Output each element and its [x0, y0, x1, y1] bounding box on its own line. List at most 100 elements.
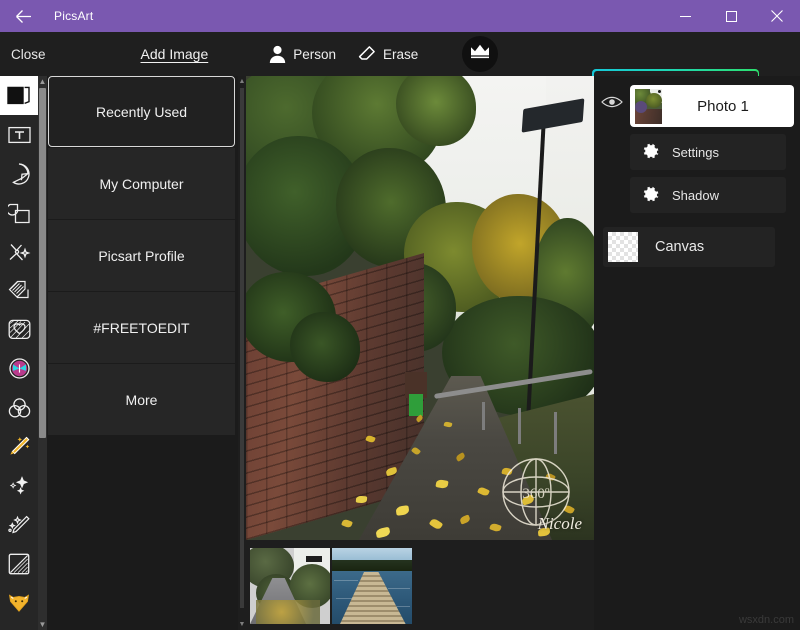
source-item-recently-used[interactable]: Recently Used	[48, 76, 235, 147]
handrail-post-3	[482, 402, 485, 430]
thumb-flowers	[256, 600, 320, 624]
layer-thumbnail	[635, 88, 662, 124]
source-scroll-down-icon[interactable]: ▼	[238, 619, 246, 630]
garden-path-thumbnail[interactable]	[250, 548, 330, 624]
handrail-post-1	[518, 408, 521, 444]
rail-item-text[interactable]	[0, 115, 38, 154]
site-watermark: wsxdn.com	[738, 614, 794, 626]
source-scroll-up-icon[interactable]: ▲	[238, 76, 246, 87]
watermark-author-name: Nicole	[537, 514, 582, 533]
stars-icon	[8, 475, 31, 496]
layer-row-photo[interactable]: Photo 1	[594, 76, 800, 127]
app-title: PicsArt	[54, 9, 94, 23]
layer-photo-1-label: Photo 1	[697, 97, 749, 115]
handrail-post-2	[554, 412, 557, 454]
close-window-button[interactable]	[754, 0, 800, 32]
rail-item-mask[interactable]	[0, 193, 38, 232]
back-arrow-icon[interactable]	[0, 0, 46, 32]
rail-item-photo[interactable]	[0, 76, 38, 115]
person-icon	[269, 45, 286, 63]
rail-item-butterfly-badge[interactable]	[0, 349, 38, 388]
text-icon	[7, 125, 31, 145]
picsart-window: PicsArt Close Add Image Person Erase ▲ ▼…	[0, 0, 800, 630]
rail-item-more[interactable]	[0, 622, 38, 630]
rail-item-draw[interactable]	[0, 271, 38, 310]
leaf	[341, 518, 353, 529]
rail-item-fox[interactable]	[0, 583, 38, 622]
adjust-icon	[8, 553, 30, 575]
layer-shadow-row[interactable]: Shadow	[630, 177, 786, 213]
rail-scroll-thumb[interactable]	[39, 88, 46, 438]
rail-item-adjust[interactable]	[0, 544, 38, 583]
source-scroll-thumb[interactable]	[240, 88, 244, 608]
app-toolbar: Close Add Image Person Erase	[0, 32, 800, 104]
source-item-label: My Computer	[99, 175, 184, 192]
canvas-area[interactable]: 360º Nicole	[246, 76, 594, 630]
canvas-layer-row[interactable]: Canvas	[603, 227, 775, 267]
canvas-photo[interactable]: 360º Nicole	[246, 76, 594, 540]
source-item-freetoedit[interactable]: #FREETOEDIT	[48, 292, 235, 363]
rail-scroll-up-icon[interactable]: ▲	[38, 76, 47, 87]
maximize-button[interactable]	[708, 0, 754, 32]
green-bin	[409, 394, 423, 416]
gear-icon	[630, 143, 672, 161]
wooden-dock-thumbnail[interactable]	[332, 548, 412, 624]
erase-tool-label: Erase	[383, 46, 419, 62]
source-item-picsart-profile[interactable]: Picsart Profile	[48, 220, 235, 291]
thumb-water-ripple	[334, 580, 358, 581]
canvas-layer-label: Canvas	[655, 239, 705, 255]
person-tool-button[interactable]: Person	[269, 45, 336, 63]
watermark-360-text: 360º	[522, 486, 550, 502]
eraser-icon	[358, 45, 376, 63]
rail-item-frame[interactable]	[0, 310, 38, 349]
rail-item-sticker[interactable]	[0, 154, 38, 193]
eye-visible-icon[interactable]	[594, 96, 630, 108]
beautify-pencil-icon	[7, 514, 31, 536]
frame-icon	[8, 319, 31, 340]
title-bar: PicsArt	[0, 0, 800, 32]
photo-icon	[7, 85, 31, 107]
fox-icon	[7, 592, 31, 613]
butterfly-badge-icon	[8, 357, 31, 380]
color-circles-icon	[8, 397, 31, 419]
sticker-icon	[8, 162, 30, 185]
layer-thumb-lamp	[658, 89, 661, 93]
layer-settings-label: Settings	[672, 144, 719, 160]
tool-rail-scrollbar[interactable]: ▲ ▼	[38, 76, 47, 630]
close-editor-button[interactable]: Close	[11, 47, 46, 62]
image-filmstrip	[246, 542, 594, 630]
rail-item-magic-wand[interactable]	[0, 427, 38, 466]
rail-item-stars[interactable]	[0, 466, 38, 505]
minimize-button[interactable]	[662, 0, 708, 32]
effects-sparkle-icon	[7, 241, 31, 263]
person-tool-label: Person	[293, 46, 337, 62]
layer-thumb-shadow	[635, 100, 647, 113]
layer-settings-row[interactable]: Settings	[630, 134, 786, 170]
erase-tool-button[interactable]: Erase	[358, 45, 418, 63]
layer-thumb-foliage	[646, 92, 662, 108]
layers-panel: Photo 1 Settings Shadow Canvas	[594, 76, 800, 630]
crown-icon	[470, 44, 490, 65]
rail-item-beautify[interactable]	[0, 505, 38, 544]
source-item-my-computer[interactable]: My Computer	[48, 148, 235, 219]
rail-scroll-down-icon[interactable]: ▼	[38, 619, 47, 630]
draw-icon	[8, 280, 31, 302]
gear-icon	[630, 186, 672, 204]
ivy-on-wall-2	[290, 312, 360, 382]
add-image-button[interactable]: Add Image	[141, 46, 209, 62]
mask-icon	[8, 202, 30, 224]
premium-crown-button[interactable]	[462, 36, 499, 72]
source-item-more[interactable]: More	[48, 364, 235, 435]
thumb-water-ripple	[388, 588, 410, 589]
rail-item-color-circles[interactable]	[0, 388, 38, 427]
source-item-label: More	[125, 391, 158, 408]
thumb-sign	[306, 556, 322, 562]
image-source-panel: Recently Used My Computer Picsart Profil…	[47, 76, 238, 630]
canvas-color-swatch[interactable]	[608, 232, 638, 262]
source-item-label: #FREETOEDIT	[93, 319, 190, 336]
source-panel-scrollbar[interactable]: ▲ ▼	[238, 76, 246, 630]
rail-item-effects[interactable]	[0, 232, 38, 271]
magic-wand-icon	[7, 435, 31, 458]
source-item-label: Recently Used	[95, 103, 188, 120]
layer-card-photo-1[interactable]: Photo 1	[630, 85, 794, 127]
